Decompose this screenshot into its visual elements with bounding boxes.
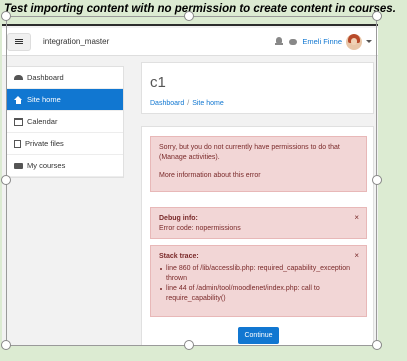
sidebar-item-calendar[interactable]: Calendar [7, 111, 123, 133]
error-message-alert: Sorry, but you do not currently have per… [150, 136, 367, 192]
resize-handle[interactable] [1, 11, 11, 21]
hamburger-icon [15, 39, 23, 44]
resize-handle[interactable] [184, 11, 194, 21]
sidebar-nav: Dashboard Site home Calendar Private fil… [6, 66, 124, 178]
dashboard-icon [14, 75, 23, 80]
sidebar-item-label: Calendar [27, 117, 58, 126]
breadcrumb-dashboard[interactable]: Dashboard [150, 100, 184, 107]
error-message-line: (Manage activities). [159, 154, 220, 161]
list-item: line 860 of /lib/accesslib.php: required… [159, 264, 358, 284]
breadcrumb: Dashboard / Site home [150, 100, 224, 107]
home-icon [14, 95, 23, 104]
sidebar-item-dashboard[interactable]: Dashboard [7, 67, 123, 89]
sidebar-item-private-files[interactable]: Private files [7, 133, 123, 155]
error-message-line: Sorry, but you do not currently have per… [159, 144, 340, 151]
breadcrumb-separator: / [187, 100, 190, 107]
sidebar-item-label: Private files [25, 139, 64, 148]
breadcrumb-site-home[interactable]: Site home [192, 100, 224, 107]
resize-handle[interactable] [372, 11, 382, 21]
user-area: Emeli Finne [275, 33, 372, 50]
calendar-icon [14, 117, 23, 126]
more-info-link[interactable]: More information about this error [159, 171, 358, 181]
sidebar-item-my-courses[interactable]: My courses [7, 155, 123, 177]
top-navbar: integration_master Emeli Finne [2, 28, 378, 56]
main-content: Sorry, but you do not currently have per… [141, 126, 374, 345]
sidebar-item-site-home[interactable]: Site home [7, 89, 123, 111]
stack-trace-list: line 860 of /lib/accesslib.php: required… [159, 264, 358, 304]
stack-trace-title: Stack trace: [159, 253, 199, 260]
chevron-down-icon[interactable] [366, 40, 372, 43]
avatar[interactable] [346, 33, 362, 50]
test-caption: Test importing content with no permissio… [4, 3, 396, 15]
debug-info-alert: × Debug info: Error code: nopermissions [150, 207, 367, 239]
error-code: Error code: nopermissions [159, 225, 241, 232]
stack-trace-alert: × Stack trace: line 860 of /lib/accessli… [150, 245, 367, 317]
list-item: line 44 of /admin/tool/moodlenet/index.p… [159, 284, 358, 304]
chat-icon[interactable] [289, 38, 298, 45]
resize-handle[interactable] [372, 340, 382, 350]
close-icon[interactable]: × [354, 251, 359, 261]
resize-handle[interactable] [372, 175, 382, 185]
page-title: c1 [150, 74, 166, 91]
debug-title: Debug info: [159, 215, 198, 222]
file-icon [14, 139, 21, 148]
resize-handle[interactable] [1, 340, 11, 350]
sidebar-item-label: My courses [27, 161, 66, 170]
page-header: c1 Dashboard / Site home [141, 62, 374, 114]
sidebar-item-label: Site home [27, 95, 61, 104]
site-name[interactable]: integration_master [43, 37, 275, 46]
resize-handle[interactable] [1, 175, 11, 185]
continue-button[interactable]: Continue [238, 327, 279, 344]
browser-frame: integration_master Emeli Finne Dashboard… [2, 24, 378, 345]
menu-toggle-button[interactable] [7, 32, 31, 51]
folder-icon [14, 162, 23, 169]
sidebar-item-label: Dashboard [27, 73, 64, 82]
resize-handle[interactable] [184, 340, 194, 350]
bell-icon[interactable] [275, 37, 284, 46]
close-icon[interactable]: × [354, 213, 359, 223]
user-name[interactable]: Emeli Finne [302, 37, 342, 46]
